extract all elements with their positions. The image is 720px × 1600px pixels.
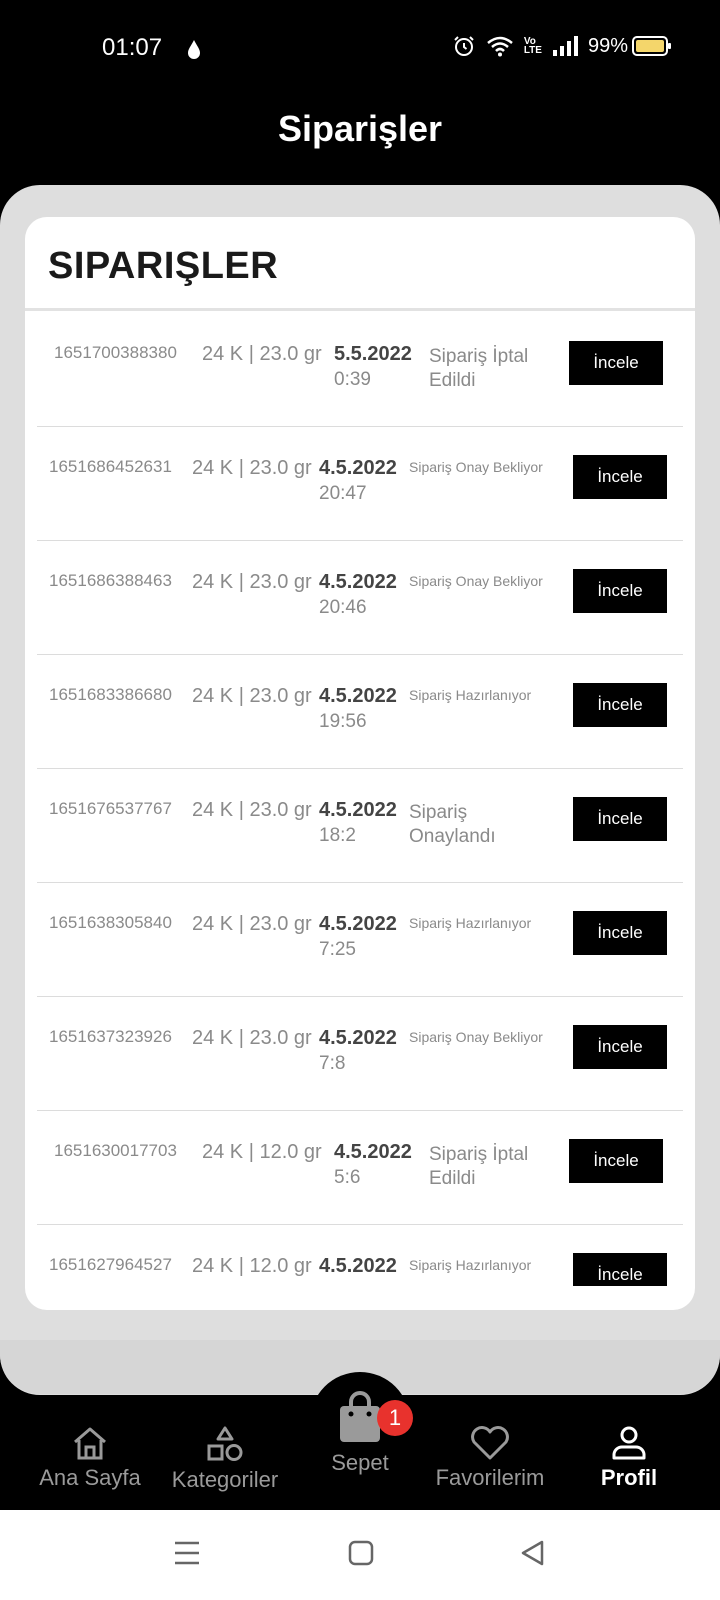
order-row: 1651637323926 24 K | 23.0 gr 4.5.2022 7:8 Si… xyxy=(37,995,683,1111)
order-time: 18:2 xyxy=(319,825,356,846)
status-icons: Vo LTE 99% xyxy=(452,34,672,58)
order-row: 1651676537767 24 K | 23.0 gr 4.5.2022 18:2 S… xyxy=(37,767,683,883)
order-time: 19:56 xyxy=(319,711,367,732)
cart-badge: 1 xyxy=(377,1400,413,1436)
order-weight: 24 K | 23.0 gr xyxy=(192,799,312,821)
incele-button[interactable]: İncele xyxy=(573,455,667,499)
status-time: 01:07 xyxy=(102,34,163,61)
menu-icon[interactable] xyxy=(172,1538,202,1568)
order-time: 20:47 xyxy=(319,483,367,504)
orders-screen: 01:07 Vo LTE 99% Siparişler SIPARIŞLER 1… xyxy=(0,0,720,1600)
orders-list[interactable]: 1651700388380 24 K | 23.0 gr 5.5.2022 0:39 S… xyxy=(25,311,695,1286)
order-status: Sipariş İptal Edildi xyxy=(429,346,529,391)
nav-categories[interactable]: Kategoriler xyxy=(168,1425,282,1493)
order-status: Sipariş Hazırlanıyor xyxy=(409,687,532,703)
nav-cart-label: Sepet xyxy=(331,1450,389,1475)
home-icon xyxy=(74,1427,106,1460)
order-row: 1651686388463 24 K | 23.0 gr 4.5.2022 20:46… xyxy=(37,539,683,655)
order-date: 4.5.2022 xyxy=(334,1141,412,1163)
order-id: 1651637323926 xyxy=(49,1027,172,1046)
nav-favorites-label: Favorilerim xyxy=(435,1465,545,1490)
alarm-icon xyxy=(454,36,474,56)
order-row: 1651686452631 24 K | 23.0 gr 4.5.2022 20:47… xyxy=(37,425,683,541)
incele-button[interactable]: İncele xyxy=(573,569,667,613)
nav-favorites[interactable]: Favorilerim xyxy=(426,1425,554,1491)
volte-icon: Vo LTE xyxy=(523,36,542,56)
home-square-icon[interactable] xyxy=(346,1538,376,1568)
incele-button[interactable]: İncele xyxy=(573,1253,667,1286)
order-id: 1651686388463 xyxy=(49,571,172,590)
order-row: 1651700388380 24 K | 23.0 gr 5.5.2022 0:39 S… xyxy=(37,311,683,427)
order-time: 0:39 xyxy=(334,369,371,390)
order-id: 1651686452631 xyxy=(49,457,172,476)
order-time: 7:25 xyxy=(319,939,356,960)
order-id: 1651627964527 xyxy=(49,1255,172,1274)
nav-home[interactable]: Ana Sayfa xyxy=(38,1425,142,1491)
order-id: 1651700388380 xyxy=(54,343,177,362)
incele-button[interactable]: İncele xyxy=(569,1139,663,1183)
wifi-icon xyxy=(487,36,513,57)
order-weight: 24 K | 23.0 gr xyxy=(202,343,322,365)
order-id: 1651683386680 xyxy=(49,685,172,704)
order-status: Sipariş Onay Bekliyor xyxy=(409,573,543,589)
nav-home-label: Ana Sayfa xyxy=(39,1465,141,1490)
order-date: 4.5.2022 xyxy=(319,1027,397,1049)
order-date: 4.5.2022 xyxy=(319,685,397,707)
order-status: Sipariş Onaylandı xyxy=(409,802,496,847)
order-date: 4.5.2022 xyxy=(319,1255,397,1277)
signal-icon xyxy=(552,36,578,56)
order-time: 20:46 xyxy=(319,597,367,618)
order-row: 1651630017703 24 K | 12.0 gr 4.5.2022 5:6 Si… xyxy=(37,1109,683,1225)
order-time: 5:6 xyxy=(334,1167,361,1188)
user-icon xyxy=(612,1426,646,1460)
nav-profile-label: Profil xyxy=(600,1465,658,1490)
order-time: 7:8 xyxy=(319,1053,346,1074)
nav-profile[interactable]: Profil xyxy=(588,1425,670,1491)
page-title: Siparişler xyxy=(277,108,443,149)
categories-icon xyxy=(207,1426,243,1461)
order-id: 1651676537767 xyxy=(49,799,172,818)
order-status: Sipariş İptal Edildi xyxy=(429,1144,529,1189)
battery-percent: 99% xyxy=(587,34,628,57)
incele-button[interactable]: İncele xyxy=(573,797,667,841)
order-date: 4.5.2022 xyxy=(319,457,397,479)
system-nav-bar xyxy=(0,1510,720,1600)
heart-icon xyxy=(471,1426,509,1460)
order-row: 1651683386680 24 K | 23.0 gr 4.5.2022 19:56… xyxy=(37,653,683,769)
drop-icon xyxy=(188,40,200,59)
order-weight: 24 K | 23.0 gr xyxy=(192,571,312,593)
order-row: 1651627964527 24 K | 12.0 gr 4.5.2022 Sipar… xyxy=(37,1223,683,1286)
order-id: 1651638305840 xyxy=(49,913,172,932)
order-id: 1651630017703 xyxy=(54,1141,177,1160)
order-row: 1651638305840 24 K | 23.0 gr 4.5.2022 7:25 S… xyxy=(37,881,683,997)
order-weight: 24 K | 23.0 gr xyxy=(192,913,312,935)
nav-categories-label: Kategoriler xyxy=(171,1467,279,1492)
order-date: 4.5.2022 xyxy=(319,913,397,935)
orders-card-title: SIPARIŞLER xyxy=(48,245,279,287)
battery: 99% xyxy=(588,35,672,58)
battery-icon xyxy=(632,36,671,56)
order-weight: 24 K | 23.0 gr xyxy=(192,457,312,479)
order-date: 4.5.2022 xyxy=(319,571,397,593)
status-bar: 01:07 Vo LTE 99% xyxy=(0,0,720,96)
back-icon[interactable] xyxy=(518,1538,548,1568)
order-weight: 24 K | 23.0 gr xyxy=(192,1027,312,1049)
incele-button[interactable]: İncele xyxy=(573,911,667,955)
incele-button[interactable]: İncele xyxy=(573,683,667,727)
order-weight: 24 K | 23.0 gr xyxy=(192,685,312,707)
order-date: 4.5.2022 xyxy=(319,799,397,821)
order-status: Sipariş Onay Bekliyor xyxy=(409,1029,543,1045)
order-status: Sipariş Onay Bekliyor xyxy=(409,459,543,475)
incele-button[interactable]: İncele xyxy=(569,341,663,385)
order-date: 5.5.2022 xyxy=(334,343,412,365)
order-weight: 24 K | 12.0 gr xyxy=(192,1255,312,1277)
order-status: Sipariş Hazırlanıyor xyxy=(409,915,532,931)
order-weight: 24 K | 12.0 gr xyxy=(202,1141,322,1163)
incele-button[interactable]: İncele xyxy=(573,1025,667,1069)
orders-card: SIPARIŞLER 1651700388380 24 K | 23.0 gr 5.… xyxy=(25,217,695,1310)
order-status: Sipariş Hazırlanıyor xyxy=(409,1257,532,1273)
